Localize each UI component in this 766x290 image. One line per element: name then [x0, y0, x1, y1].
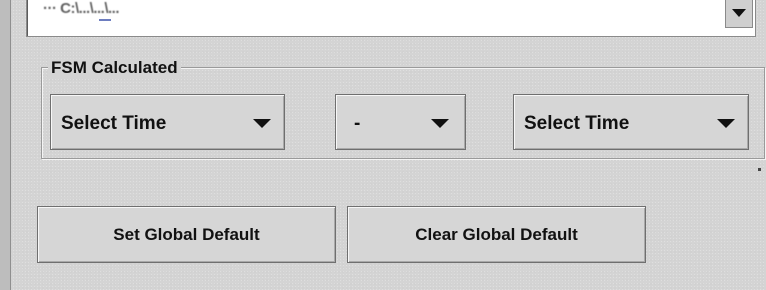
path-combo-value: ··· C:\...\...\...	[43, 0, 120, 17]
operator-select[interactable]: -	[335, 94, 466, 150]
start-time-select-value: Select Time	[61, 113, 167, 134]
divider-mark	[758, 168, 761, 171]
start-time-select[interactable]: Select Time	[50, 94, 285, 150]
path-combo-field[interactable]: ··· C:\...\...\...	[26, 0, 756, 37]
operator-select-value: -	[354, 113, 361, 134]
chevron-down-icon	[732, 9, 746, 17]
triangle-down-icon	[717, 119, 735, 128]
settings-panel: ··· C:\...\...\... FSM Calculated Select…	[0, 0, 766, 290]
set-global-default-button[interactable]: Set Global Default	[37, 206, 336, 263]
end-time-select[interactable]: Select Time	[513, 94, 749, 150]
text-cursor-mark	[99, 19, 111, 21]
triangle-down-icon	[253, 119, 271, 128]
window-left-frame	[0, 0, 11, 290]
clear-global-default-button[interactable]: Clear Global Default	[347, 206, 646, 263]
end-time-select-value: Select Time	[524, 113, 630, 134]
fsm-calculated-title: FSM Calculated	[48, 59, 181, 77]
path-combo-dropdown-button[interactable]	[725, 0, 753, 28]
triangle-down-icon	[431, 119, 449, 128]
